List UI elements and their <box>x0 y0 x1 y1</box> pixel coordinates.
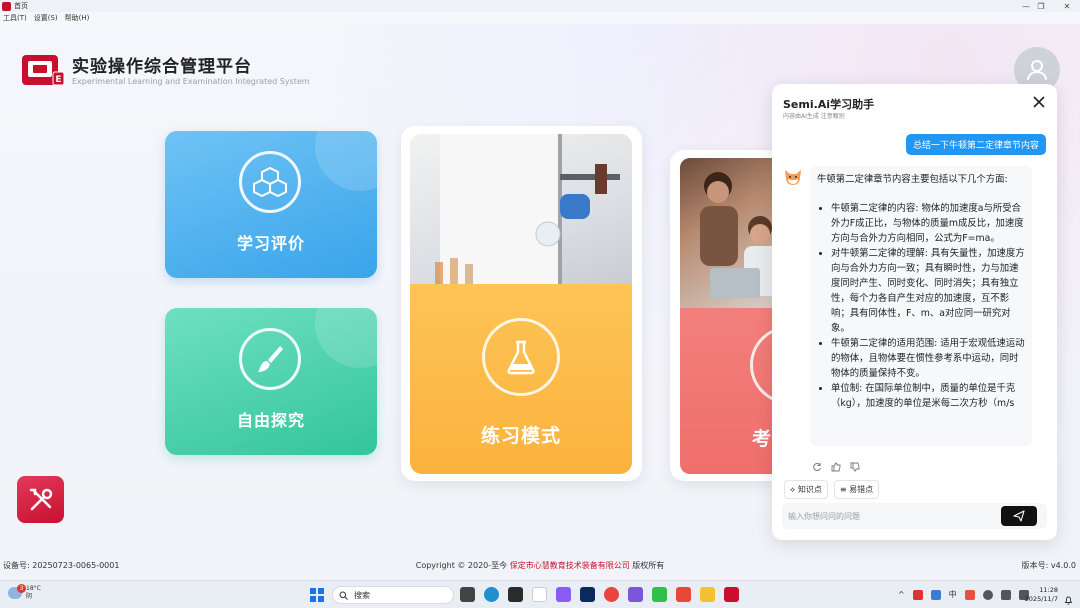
question-input-row <box>782 503 1047 529</box>
cloud-icon: 3 <box>8 584 26 599</box>
copilot-icon[interactable] <box>556 587 571 602</box>
svg-text:E: E <box>55 75 61 85</box>
tray-app-icon[interactable] <box>964 589 975 600</box>
date: 2025/11/7 <box>1024 595 1058 603</box>
bot-message-list: 牛顿第二定律的内容: 物体的加速度a与所受合外力F成正比，与物体的质量m成反比，… <box>831 201 1025 411</box>
chevron-up-icon[interactable]: ^ <box>898 590 905 599</box>
search-icon <box>339 591 348 600</box>
version-number: 版本号: v4.0.0 <box>1021 561 1076 570</box>
thumbs-up-icon[interactable] <box>831 457 841 472</box>
pen-icon[interactable] <box>532 587 547 602</box>
maximize-button[interactable]: ❐ <box>1028 0 1054 12</box>
close-icon[interactable] <box>1032 94 1046 108</box>
app-icon <box>2 1 11 11</box>
edge-icon[interactable] <box>484 587 499 602</box>
taskbar-apps <box>460 587 739 602</box>
company-link[interactable]: 保定市心慧教育技术装备有限公司 <box>510 561 630 570</box>
tools-button[interactable] <box>17 476 64 523</box>
os-taskbar: 3 18°C 阴 搜索 ^ 中 11:28 2025/11/7 <box>0 580 1080 608</box>
temperature: 18°C <box>26 585 41 592</box>
wifi-icon[interactable] <box>982 589 993 600</box>
exam-mode-card[interactable]: 考 <box>680 158 780 474</box>
wechat-icon[interactable] <box>652 587 667 602</box>
photoshop-icon[interactable] <box>580 587 595 602</box>
send-button[interactable] <box>1001 506 1037 526</box>
bot-message-intro: 牛顿第二定律章节内容主要包括以下几个方面: <box>817 174 1008 185</box>
bell-icon[interactable] <box>1064 590 1073 605</box>
free-exploration-card[interactable]: 自由探究 <box>165 308 377 455</box>
assistant-title: Semi.Ai学习助手 <box>783 98 875 111</box>
weather-widget[interactable]: 3 18°C 阴 <box>8 584 41 601</box>
system-tray: ^ 中 <box>898 589 1029 600</box>
task-view-icon[interactable] <box>460 587 475 602</box>
message-actions <box>812 457 860 472</box>
chrome-icon[interactable] <box>604 587 619 602</box>
close-window-button[interactable]: ✕ <box>1054 0 1080 12</box>
clock[interactable]: 11:28 2025/11/7 <box>1024 586 1058 604</box>
app-icon-purple[interactable] <box>628 587 643 602</box>
platform-taskbar-icon[interactable] <box>724 587 739 602</box>
brush-icon <box>239 328 301 390</box>
students-photo <box>680 158 780 308</box>
flask-icon <box>482 318 560 396</box>
menu-help[interactable]: 帮助(H) <box>65 13 90 23</box>
menubar: 工具(T) 设置(S) 帮助(H) <box>0 12 1080 24</box>
copyright: Copyright © 2020-至今 保定市心慧教育技术装备有限公司 版权所有 <box>415 561 665 570</box>
brand-subtitle: Experimental Learning and Examination In… <box>72 77 310 86</box>
bot-point: 牛顿第二定律的内容: 物体的加速度a与所受合外力F成正比，与物体的质量m成反比，… <box>831 201 1025 246</box>
wps-icon[interactable] <box>676 587 691 602</box>
weather-text: 阴 <box>26 593 33 600</box>
user-message: 总结一下牛顿第二定律章节内容 <box>905 134 1046 155</box>
tray-app-icon[interactable] <box>930 589 941 600</box>
thumbs-down-icon[interactable] <box>850 457 860 472</box>
search-label: 搜索 <box>354 590 370 600</box>
window-title: 首页 <box>14 2 28 10</box>
learning-evaluation-card[interactable]: 学习评价 <box>165 131 377 278</box>
notification-badge: 3 <box>17 584 26 593</box>
brand-title: 实验操作综合管理平台 <box>72 57 252 77</box>
app-icon-dark[interactable] <box>508 587 523 602</box>
bot-point: 对牛顿第二定律的理解: 具有矢量性，加速度方向与合外力方向一致；具有瞬时性，力与… <box>831 246 1025 336</box>
wrench-screwdriver-icon <box>29 488 52 510</box>
menu-tools[interactable]: 工具(T) <box>3 13 27 23</box>
window-titlebar: 首页 — ❐ ✕ <box>0 0 1080 12</box>
bot-message: 牛顿第二定律章节内容主要包括以下几个方面: 牛顿第二定律的内容: 物体的加速度a… <box>810 166 1032 446</box>
bot-point: 牛顿第二定律的适用范围: 适用于宏观低速运动的物体，且物体要在惯性参考系中运动，… <box>831 336 1025 381</box>
free-exploration-label: 自由探究 <box>236 411 305 430</box>
menu-settings[interactable]: 设置(S) <box>34 13 58 23</box>
platform-logo: E <box>21 52 65 88</box>
question-input[interactable] <box>788 509 993 523</box>
ai-assistant-panel: Semi.Ai学习助手 内容由AI生成 注意甄别 总结一下牛顿第二定律章节内容 … <box>772 84 1057 540</box>
time: 11:28 <box>1039 586 1058 594</box>
speaker-icon[interactable] <box>1000 589 1011 600</box>
folder-icon[interactable] <box>700 587 715 602</box>
branch-icon: ⟡ <box>790 485 796 494</box>
cubes-icon <box>239 151 301 213</box>
learning-evaluation-label: 学习评价 <box>236 234 305 253</box>
mistakes-chip[interactable]: ≡ 易错点 <box>833 480 880 499</box>
tray-app-icon[interactable] <box>912 589 923 600</box>
list-icon: ≡ <box>839 485 847 494</box>
quick-chips: ⟡ 知识点 ≡ 易错点 <box>784 480 880 499</box>
user-icon <box>1027 60 1047 81</box>
assistant-disclaimer: 内容由AI生成 注意甄别 <box>783 113 845 120</box>
practice-mode-label: 练习模式 <box>480 425 561 447</box>
send-icon <box>1013 510 1025 522</box>
input-language[interactable]: 中 <box>949 589 957 600</box>
fox-avatar-icon <box>783 168 803 186</box>
taskbar-search[interactable]: 搜索 <box>332 586 454 604</box>
bot-point: 单位制: 在国际单位制中，质量的单位是千克（kg），加速度的单位是米每二次方秒（… <box>831 381 1025 411</box>
refresh-icon[interactable] <box>812 457 822 472</box>
windows-start-icon[interactable] <box>310 588 324 602</box>
knowledge-chip[interactable]: ⟡ 知识点 <box>784 480 828 499</box>
practice-mode-card[interactable]: 练习模式 <box>410 134 632 474</box>
lab-photo <box>410 134 632 284</box>
